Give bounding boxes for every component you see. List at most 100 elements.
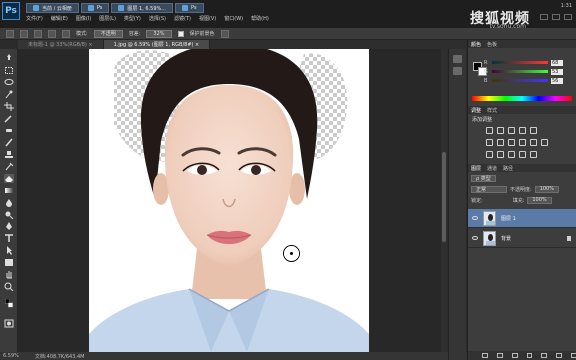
posterize-icon[interactable] (497, 151, 504, 158)
channel-mixer-icon[interactable] (530, 139, 537, 146)
properties-panel-icon[interactable] (453, 67, 462, 75)
hue-saturation-icon[interactable] (486, 139, 493, 146)
brush-icon[interactable] (4, 138, 14, 147)
mode-select[interactable]: 不透明 (93, 29, 123, 38)
menu-item-file[interactable]: 文件(F) (26, 15, 43, 22)
visibility-eye-icon[interactable] (472, 236, 478, 240)
pressure-icon[interactable] (220, 29, 229, 38)
layer-row[interactable]: 图层 1 (468, 209, 576, 228)
layer-row[interactable]: 背景 (468, 229, 576, 248)
tab-adjustments[interactable]: 调整 (471, 107, 481, 114)
hand-icon[interactable] (4, 270, 14, 279)
threshold-icon[interactable] (508, 151, 515, 158)
crop-icon[interactable] (4, 102, 14, 111)
color-lookup-icon[interactable] (541, 139, 548, 146)
eyedropper-icon[interactable] (4, 114, 14, 123)
menu-item-type[interactable]: 类型(Y) (124, 15, 141, 22)
lasso-icon[interactable] (4, 78, 14, 87)
opacity-input[interactable]: 100% (534, 185, 559, 193)
blue-slider[interactable] (492, 79, 548, 82)
taskbar-tab[interactable]: 当前 / 云相册 (26, 3, 79, 13)
eraser-icon[interactable] (4, 174, 14, 183)
green-value-input[interactable]: 53 (551, 68, 563, 75)
document-canvas-photo[interactable] (89, 49, 369, 352)
group-icon[interactable] (541, 353, 548, 358)
protect-foreground-checkbox[interactable] (177, 30, 184, 37)
pen-icon[interactable] (4, 222, 14, 231)
taskbar-tab[interactable]: Ps (175, 3, 204, 13)
gradient-icon[interactable] (4, 186, 14, 195)
move-icon[interactable] (4, 54, 14, 63)
sample-once-icon[interactable] (48, 29, 56, 38)
red-slider[interactable] (492, 61, 548, 64)
history-brush-icon[interactable] (4, 162, 14, 171)
menu-item-filter[interactable]: 滤镜(T) (174, 15, 191, 22)
taskbar-tab[interactable]: Ps (80, 3, 110, 13)
healing-icon[interactable] (4, 126, 14, 135)
tolerance-input[interactable]: 32% (146, 29, 172, 38)
photo-filter-icon[interactable] (519, 139, 526, 146)
visibility-eye-icon[interactable] (472, 216, 478, 220)
zoom-icon[interactable] (4, 282, 14, 292)
doc-tab-untitled[interactable]: 未标题-1 @ 33%(RGB/8) × (18, 40, 104, 49)
path-select-icon[interactable] (4, 246, 14, 255)
dodge-icon[interactable] (4, 210, 14, 220)
minimize-icon[interactable] (540, 14, 548, 20)
quick-mask-icon[interactable] (4, 319, 14, 328)
scrollbar-thumb[interactable] (442, 152, 446, 242)
history-panel-icon[interactable] (453, 55, 462, 63)
clone-stamp-icon[interactable] (4, 150, 14, 159)
fill-input[interactable]: 100% (527, 196, 552, 204)
menu-item-view[interactable]: 视图(V) (199, 15, 216, 22)
tool-preset-button[interactable] (6, 29, 14, 38)
menu-item-edit[interactable]: 编辑(E) (51, 15, 68, 22)
menu-item-help[interactable]: 帮助(H) (251, 15, 269, 22)
type-icon[interactable] (4, 234, 14, 243)
taskbar-tab[interactable]: 图层 1, 6.59%... (111, 3, 174, 13)
layer-style-icon[interactable] (496, 353, 503, 358)
blur-icon[interactable] (4, 198, 14, 207)
tab-color[interactable]: 颜色 (471, 41, 481, 48)
vibrance-icon[interactable] (530, 127, 537, 134)
adjustment-layer-icon[interactable] (526, 353, 533, 358)
levels-icon[interactable] (497, 127, 504, 134)
doc-tab-active[interactable]: 1.jpg @ 6.59% (图层 1, RGB/8#) × (103, 40, 211, 49)
exposure-icon[interactable] (519, 127, 526, 134)
black-white-icon[interactable] (508, 139, 515, 146)
color-swatches-icon[interactable] (4, 298, 14, 311)
close-icon[interactable] (564, 14, 572, 20)
blue-value-input[interactable]: 56 (551, 77, 563, 84)
layer-mask-icon[interactable] (511, 353, 518, 358)
brush-preset-button[interactable] (20, 29, 28, 38)
maximize-icon[interactable] (552, 14, 560, 20)
layer-kind-filter[interactable]: ρ 类型 (471, 174, 496, 182)
color-spectrum-bar[interactable] (472, 96, 572, 101)
menu-item-layer[interactable]: 图层(L) (99, 15, 116, 22)
gradient-map-icon[interactable] (519, 151, 526, 158)
new-layer-icon[interactable] (556, 353, 563, 358)
tab-paths[interactable]: 路径 (503, 165, 513, 172)
blend-mode-select[interactable]: 正常 (471, 185, 507, 193)
shape-icon[interactable] (4, 258, 14, 267)
tab-styles[interactable]: 样式 (487, 107, 497, 114)
tab-layers[interactable]: 图层 (471, 165, 481, 172)
link-layers-icon[interactable] (482, 353, 488, 358)
tab-swatches[interactable]: 色板 (487, 41, 497, 48)
brightness-icon[interactable] (486, 127, 493, 134)
menu-item-image[interactable]: 图像(I) (76, 15, 91, 22)
green-slider[interactable] (492, 70, 548, 73)
menu-item-window[interactable]: 窗口(W) (224, 15, 243, 22)
invert-icon[interactable] (486, 151, 493, 158)
red-value-input[interactable]: 68 (551, 59, 563, 66)
color-balance-icon[interactable] (497, 139, 504, 146)
selective-color-icon[interactable] (530, 151, 537, 158)
tab-channels[interactable]: 通道 (487, 165, 497, 172)
menu-item-select[interactable]: 选择(S) (149, 15, 166, 22)
zoom-level[interactable]: 6.59% (3, 353, 19, 359)
sample-background-icon[interactable] (62, 29, 70, 38)
sample-contiguous-icon[interactable] (34, 29, 42, 38)
quick-select-icon[interactable] (4, 90, 14, 99)
marquee-icon[interactable] (4, 66, 14, 75)
curves-icon[interactable] (508, 127, 515, 134)
trash-icon[interactable] (571, 353, 576, 358)
